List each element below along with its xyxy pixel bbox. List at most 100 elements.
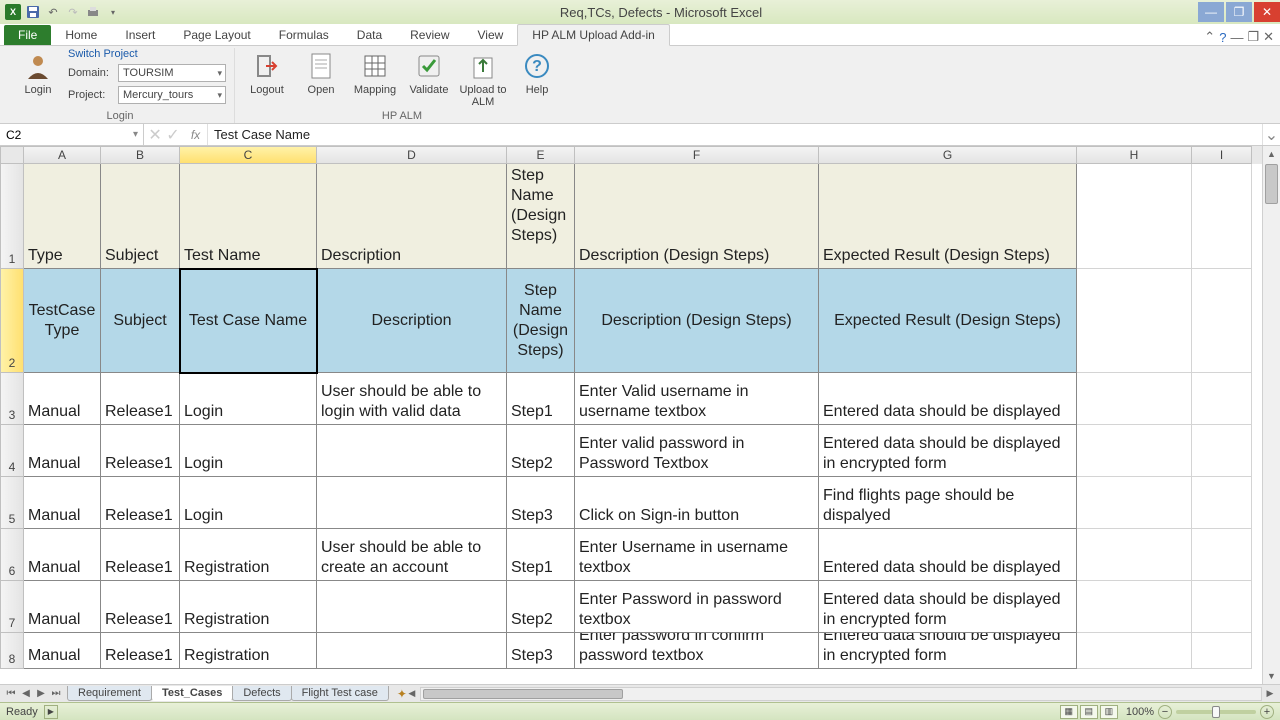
cell[interactable]: Enter Password in password textbox xyxy=(575,581,819,633)
cell[interactable] xyxy=(1077,164,1192,269)
sheet-nav-last-icon[interactable]: ⏭ xyxy=(49,688,63,699)
cell[interactable]: Registration xyxy=(180,633,317,669)
scroll-down-icon[interactable]: ▼ xyxy=(1263,668,1280,684)
sheet-nav-first-icon[interactable]: ⏮ xyxy=(4,688,18,699)
hscroll-thumb[interactable] xyxy=(423,689,623,699)
cell[interactable] xyxy=(1077,633,1192,669)
cell[interactable]: Manual xyxy=(24,425,101,477)
cell[interactable] xyxy=(1192,373,1252,425)
cell[interactable] xyxy=(1077,477,1192,529)
cell[interactable]: Expected Result (Design Steps) xyxy=(819,269,1077,373)
cell[interactable]: Entered data should be displayed xyxy=(819,373,1077,425)
column-header-I[interactable]: I xyxy=(1192,146,1252,164)
cell[interactable]: Manual xyxy=(24,633,101,669)
column-header-E[interactable]: E xyxy=(507,146,575,164)
cell[interactable] xyxy=(1077,269,1192,373)
select-all-corner[interactable] xyxy=(0,146,24,164)
logout-button[interactable]: Logout xyxy=(243,48,291,96)
cell[interactable]: Enter valid password in Password Textbox xyxy=(575,425,819,477)
excel-icon[interactable]: X xyxy=(4,3,22,21)
tab-insert[interactable]: Insert xyxy=(111,25,169,45)
minimize-button[interactable]: — xyxy=(1198,2,1224,22)
cell[interactable]: Entered data should be displayed in encr… xyxy=(819,581,1077,633)
cell[interactable]: Expected Result (Design Steps) xyxy=(819,164,1077,269)
cell[interactable]: Step3 xyxy=(507,477,575,529)
row-header-3[interactable]: 3 xyxy=(0,373,24,425)
cell[interactable]: Registration xyxy=(180,529,317,581)
row-header-2[interactable]: 2 xyxy=(0,269,24,373)
formula-input[interactable]: Test Case Name xyxy=(208,124,1262,145)
column-header-C[interactable]: C xyxy=(180,146,317,164)
cell[interactable]: Login xyxy=(180,477,317,529)
cell[interactable]: Step2 xyxy=(507,425,575,477)
cell[interactable]: Entered data should be displayed xyxy=(819,529,1077,581)
cell[interactable]: Type xyxy=(24,164,101,269)
maximize-button[interactable]: ❐ xyxy=(1226,2,1252,22)
domain-combo[interactable]: TOURSIM xyxy=(118,64,226,82)
cell[interactable]: Step Name (Design Steps) xyxy=(507,164,575,269)
sheet-tab-defects[interactable]: Defects xyxy=(232,686,291,701)
cell[interactable] xyxy=(1192,269,1252,373)
cell[interactable]: Subject xyxy=(101,269,180,373)
cell[interactable] xyxy=(317,581,507,633)
print-icon[interactable] xyxy=(84,3,102,21)
cell[interactable]: Step Name (Design Steps) xyxy=(507,269,575,373)
upload-button[interactable]: Upload to ALM xyxy=(459,48,507,108)
help-button[interactable]: ?Help xyxy=(513,48,561,96)
column-header-B[interactable]: B xyxy=(101,146,180,164)
mapping-button[interactable]: Mapping xyxy=(351,48,399,96)
view-pagebreak-icon[interactable]: ▥ xyxy=(1100,705,1118,719)
row-header-6[interactable]: 6 xyxy=(0,529,24,581)
cell[interactable] xyxy=(1077,425,1192,477)
column-header-F[interactable]: F xyxy=(575,146,819,164)
tab-data[interactable]: Data xyxy=(343,25,396,45)
row-header-1[interactable]: 1 xyxy=(0,164,24,269)
cell[interactable]: Description (Design Steps) xyxy=(575,164,819,269)
column-header-A[interactable]: A xyxy=(24,146,101,164)
cell[interactable]: Release1 xyxy=(101,529,180,581)
switch-project-link[interactable]: Switch Project xyxy=(68,48,226,60)
hscroll-left-icon[interactable]: ◀ xyxy=(405,688,419,700)
cell[interactable] xyxy=(1077,373,1192,425)
validate-button[interactable]: Validate xyxy=(405,48,453,96)
cell[interactable]: Manual xyxy=(24,477,101,529)
cell[interactable] xyxy=(1192,633,1252,669)
cell[interactable]: Entered data should be displayed in encr… xyxy=(819,633,1077,669)
formula-expand-icon[interactable]: ⌄ xyxy=(1262,124,1280,145)
sheet-nav-prev-icon[interactable]: ◀ xyxy=(19,688,33,699)
cell[interactable] xyxy=(317,477,507,529)
cell[interactable]: Enter Valid username in username textbox xyxy=(575,373,819,425)
cell[interactable]: Step1 xyxy=(507,373,575,425)
tab-file[interactable]: File xyxy=(4,25,51,45)
row-header-4[interactable]: 4 xyxy=(0,425,24,477)
view-layout-icon[interactable]: ▤ xyxy=(1080,705,1098,719)
close-button[interactable]: ✕ xyxy=(1254,2,1280,22)
cell[interactable] xyxy=(1077,529,1192,581)
zoom-level[interactable]: 100% xyxy=(1126,706,1154,718)
tab-home[interactable]: Home xyxy=(51,25,111,45)
cell[interactable]: Enter password in confirm password textb… xyxy=(575,633,819,669)
row-header-7[interactable]: 7 xyxy=(0,581,24,633)
cell[interactable]: Description xyxy=(317,164,507,269)
sheet-nav-next-icon[interactable]: ▶ xyxy=(34,688,48,699)
cell[interactable] xyxy=(317,633,507,669)
row-header-8[interactable]: 8 xyxy=(0,633,24,669)
tab-formulas[interactable]: Formulas xyxy=(265,25,343,45)
hscroll-right-icon[interactable]: ▶ xyxy=(1263,688,1277,700)
cell[interactable]: Release1 xyxy=(101,373,180,425)
cell[interactable]: Registration xyxy=(180,581,317,633)
vertical-scrollbar[interactable]: ▲ ▼ xyxy=(1262,146,1280,684)
cell[interactable]: User should be able to create an account xyxy=(317,529,507,581)
cell[interactable] xyxy=(1192,529,1252,581)
cell[interactable]: Test Name xyxy=(180,164,317,269)
cell[interactable]: Description (Design Steps) xyxy=(575,269,819,373)
sheet-tab-flight-test-case[interactable]: Flight Test case xyxy=(291,686,389,701)
workbook-minimize-icon[interactable]: — xyxy=(1230,30,1243,45)
cell[interactable]: Manual xyxy=(24,581,101,633)
cell[interactable]: Release1 xyxy=(101,477,180,529)
zoom-out-icon[interactable]: − xyxy=(1158,705,1172,719)
view-normal-icon[interactable]: ▦ xyxy=(1060,705,1078,719)
cell[interactable]: Release1 xyxy=(101,581,180,633)
cell[interactable] xyxy=(1192,425,1252,477)
cell[interactable]: Login xyxy=(180,425,317,477)
